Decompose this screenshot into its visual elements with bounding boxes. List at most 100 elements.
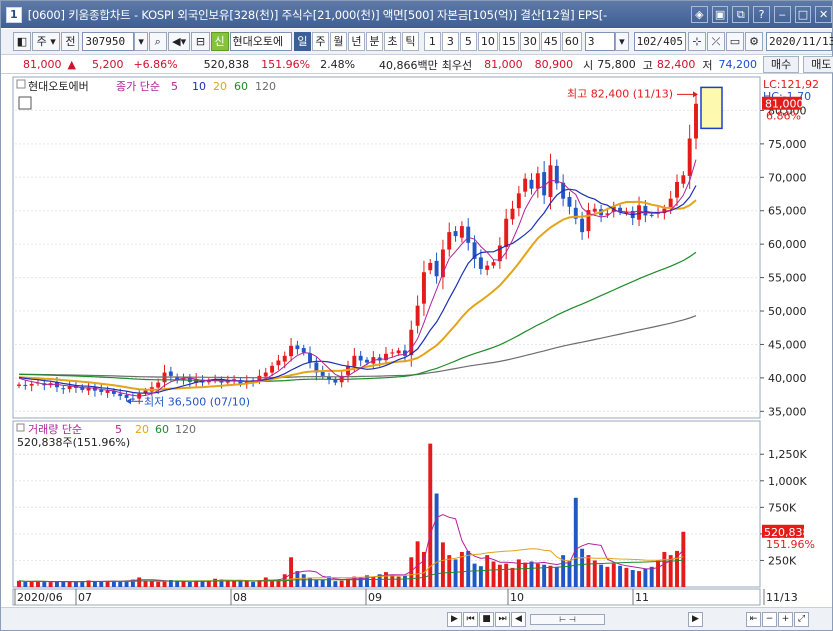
interval-number-3[interactable]: 3 xyxy=(441,32,459,51)
sound-icon[interactable]: ◀▾ xyxy=(167,32,191,51)
help-icon[interactable]: ? xyxy=(753,6,770,23)
interval-tab-1[interactable]: 주 xyxy=(311,32,329,51)
quote-bar: 81,000 ▲ 5,200 +6.86% 520,838 151.96% 2.… xyxy=(1,56,833,74)
volume-bar xyxy=(421,551,426,587)
chart-scrollbar[interactable]: ▶ ⏮ ■ ⏭ ◀ ⊢ ⊣ ▶ ⇤ − + ⤢ xyxy=(1,607,832,630)
x-tick-label: 10 xyxy=(510,591,524,604)
count-dropdown-icon[interactable]: ▾ xyxy=(615,32,629,51)
legend-box-icon xyxy=(16,79,26,89)
scroll-next-icon[interactable]: ▶ xyxy=(688,611,703,627)
stop-icon[interactable]: ■ xyxy=(479,611,494,627)
minimize-icon[interactable]: ‒ xyxy=(773,6,791,23)
interval-tab-5[interactable]: 초 xyxy=(383,32,401,51)
sell-button[interactable]: 매도 xyxy=(803,56,833,73)
volume-bar xyxy=(523,562,528,587)
ma-legend-period: 5 xyxy=(171,80,178,93)
candle-body xyxy=(390,352,395,354)
candle-body xyxy=(17,384,21,386)
interval-number-5[interactable]: 5 xyxy=(459,32,477,51)
buy-button[interactable]: 매수 xyxy=(763,56,800,73)
ma-legend-period: 10 xyxy=(192,80,206,93)
interval-number-10[interactable]: 10 xyxy=(477,32,498,51)
ma-legend-period: 60 xyxy=(234,80,248,93)
volume-bar xyxy=(573,497,578,587)
interval-tab-6[interactable]: 틱 xyxy=(401,32,419,51)
layout-icon[interactable]: ◧ xyxy=(13,32,32,51)
zoom-fit-icon[interactable]: ⇤ xyxy=(746,611,761,627)
candle-body xyxy=(352,355,357,367)
open-label: 시 xyxy=(583,58,594,72)
grid-toggle-icon xyxy=(18,96,32,110)
volume-bar xyxy=(99,581,104,587)
volume-bar xyxy=(611,563,616,587)
interval-tab-2[interactable]: 월 xyxy=(329,32,347,51)
close-icon[interactable]: ✕ xyxy=(815,6,833,23)
scroll-left-icon[interactable]: ▶ xyxy=(447,611,462,627)
save-icon[interactable]: ▭ xyxy=(725,32,744,51)
candle-body xyxy=(295,345,300,350)
tile-icon[interactable]: ⧉ xyxy=(732,6,750,23)
settings-icon[interactable]: ⚙ xyxy=(745,32,764,51)
volume-tick-label: 1,000K xyxy=(768,475,807,488)
volume-bar xyxy=(662,551,667,587)
volume-percent: 151.96% xyxy=(261,58,311,71)
interval-number-1[interactable]: 1 xyxy=(423,32,441,51)
candle-body xyxy=(365,359,369,363)
first-page-icon[interactable]: ⏮ xyxy=(463,611,478,627)
volume-bar xyxy=(61,581,66,587)
arrange-icon[interactable]: ⊟ xyxy=(191,32,210,51)
scroll-thumb[interactable]: ⊢ ⊣ xyxy=(530,613,605,625)
candle-body xyxy=(358,355,363,361)
candle-body xyxy=(99,389,104,392)
volume-bar xyxy=(92,581,97,587)
code-dropdown-icon[interactable]: ▾ xyxy=(134,32,148,51)
candle-body xyxy=(409,329,414,356)
drawing-tool-icon[interactable]: ⤫ xyxy=(706,32,725,51)
period-select[interactable]: 주 ▾ xyxy=(32,32,61,51)
ma-legend-label: 종가 단순 xyxy=(116,80,160,93)
best-ask-price: 81,000 xyxy=(484,58,523,71)
candle-body xyxy=(580,218,585,233)
count-input[interactable]: 3 xyxy=(584,32,616,51)
last-page-icon[interactable]: ⏭ xyxy=(495,611,510,627)
maximize-icon[interactable]: □ xyxy=(794,6,812,23)
scroll-right-icon[interactable]: ◀ xyxy=(511,611,526,627)
price-tick-label: 55,000 xyxy=(768,272,807,285)
interval-tab-0[interactable]: 일 xyxy=(293,32,311,51)
interval-number-45[interactable]: 45 xyxy=(540,32,561,51)
chart-toolbar: ◧ 주 ▾ 전 307950 ▾ ⌕ ◀▾ ⊟ 신 현대오토에 일주월년분초틱 … xyxy=(1,29,833,55)
interval-tab-3[interactable]: 년 xyxy=(347,32,365,51)
volume-bar xyxy=(29,581,34,587)
candle-body xyxy=(61,388,66,390)
prev-button[interactable]: 전 xyxy=(61,32,80,51)
interval-number-15[interactable]: 15 xyxy=(498,32,519,51)
candle-body xyxy=(491,262,496,266)
volume-bar xyxy=(649,566,654,587)
low-label: 저 xyxy=(702,58,713,72)
candle-body xyxy=(567,197,572,207)
link-icon[interactable]: ◈ xyxy=(690,6,708,23)
volume-bar xyxy=(447,555,452,587)
zoom-in-icon[interactable]: + xyxy=(778,611,793,627)
zoom-out-icon[interactable]: − xyxy=(762,611,777,627)
volume-bar xyxy=(485,555,490,587)
stock-chart[interactable]: 80,00075,00070,00065,00060,00055,00050,0… xyxy=(1,75,832,609)
stock-code-input[interactable]: 307950 xyxy=(82,32,135,51)
lock-icon[interactable]: ▣ xyxy=(711,6,729,23)
volume-bar xyxy=(529,561,534,587)
volume-value: 520,838 xyxy=(203,58,250,71)
interval-number-30[interactable]: 30 xyxy=(519,32,540,51)
crosshair-icon[interactable]: ⊹ xyxy=(687,32,706,51)
date-input[interactable]: 2020/11/13 xyxy=(766,32,833,51)
interval-number-60[interactable]: 60 xyxy=(561,32,582,51)
volume-bar xyxy=(143,580,148,587)
volume-bar xyxy=(251,581,256,587)
candle-body xyxy=(694,103,698,139)
interval-tab-4[interactable]: 분 xyxy=(365,32,383,51)
volume-bar xyxy=(289,557,294,587)
search-icon[interactable]: ⌕ xyxy=(148,32,167,51)
volume-bar xyxy=(314,579,319,587)
interval-number-buttons: 1 3 5 10 15 30 45 60 xyxy=(423,32,583,51)
volume-bar xyxy=(149,581,154,587)
zoom-reset-icon[interactable]: ⤢ xyxy=(794,611,809,627)
